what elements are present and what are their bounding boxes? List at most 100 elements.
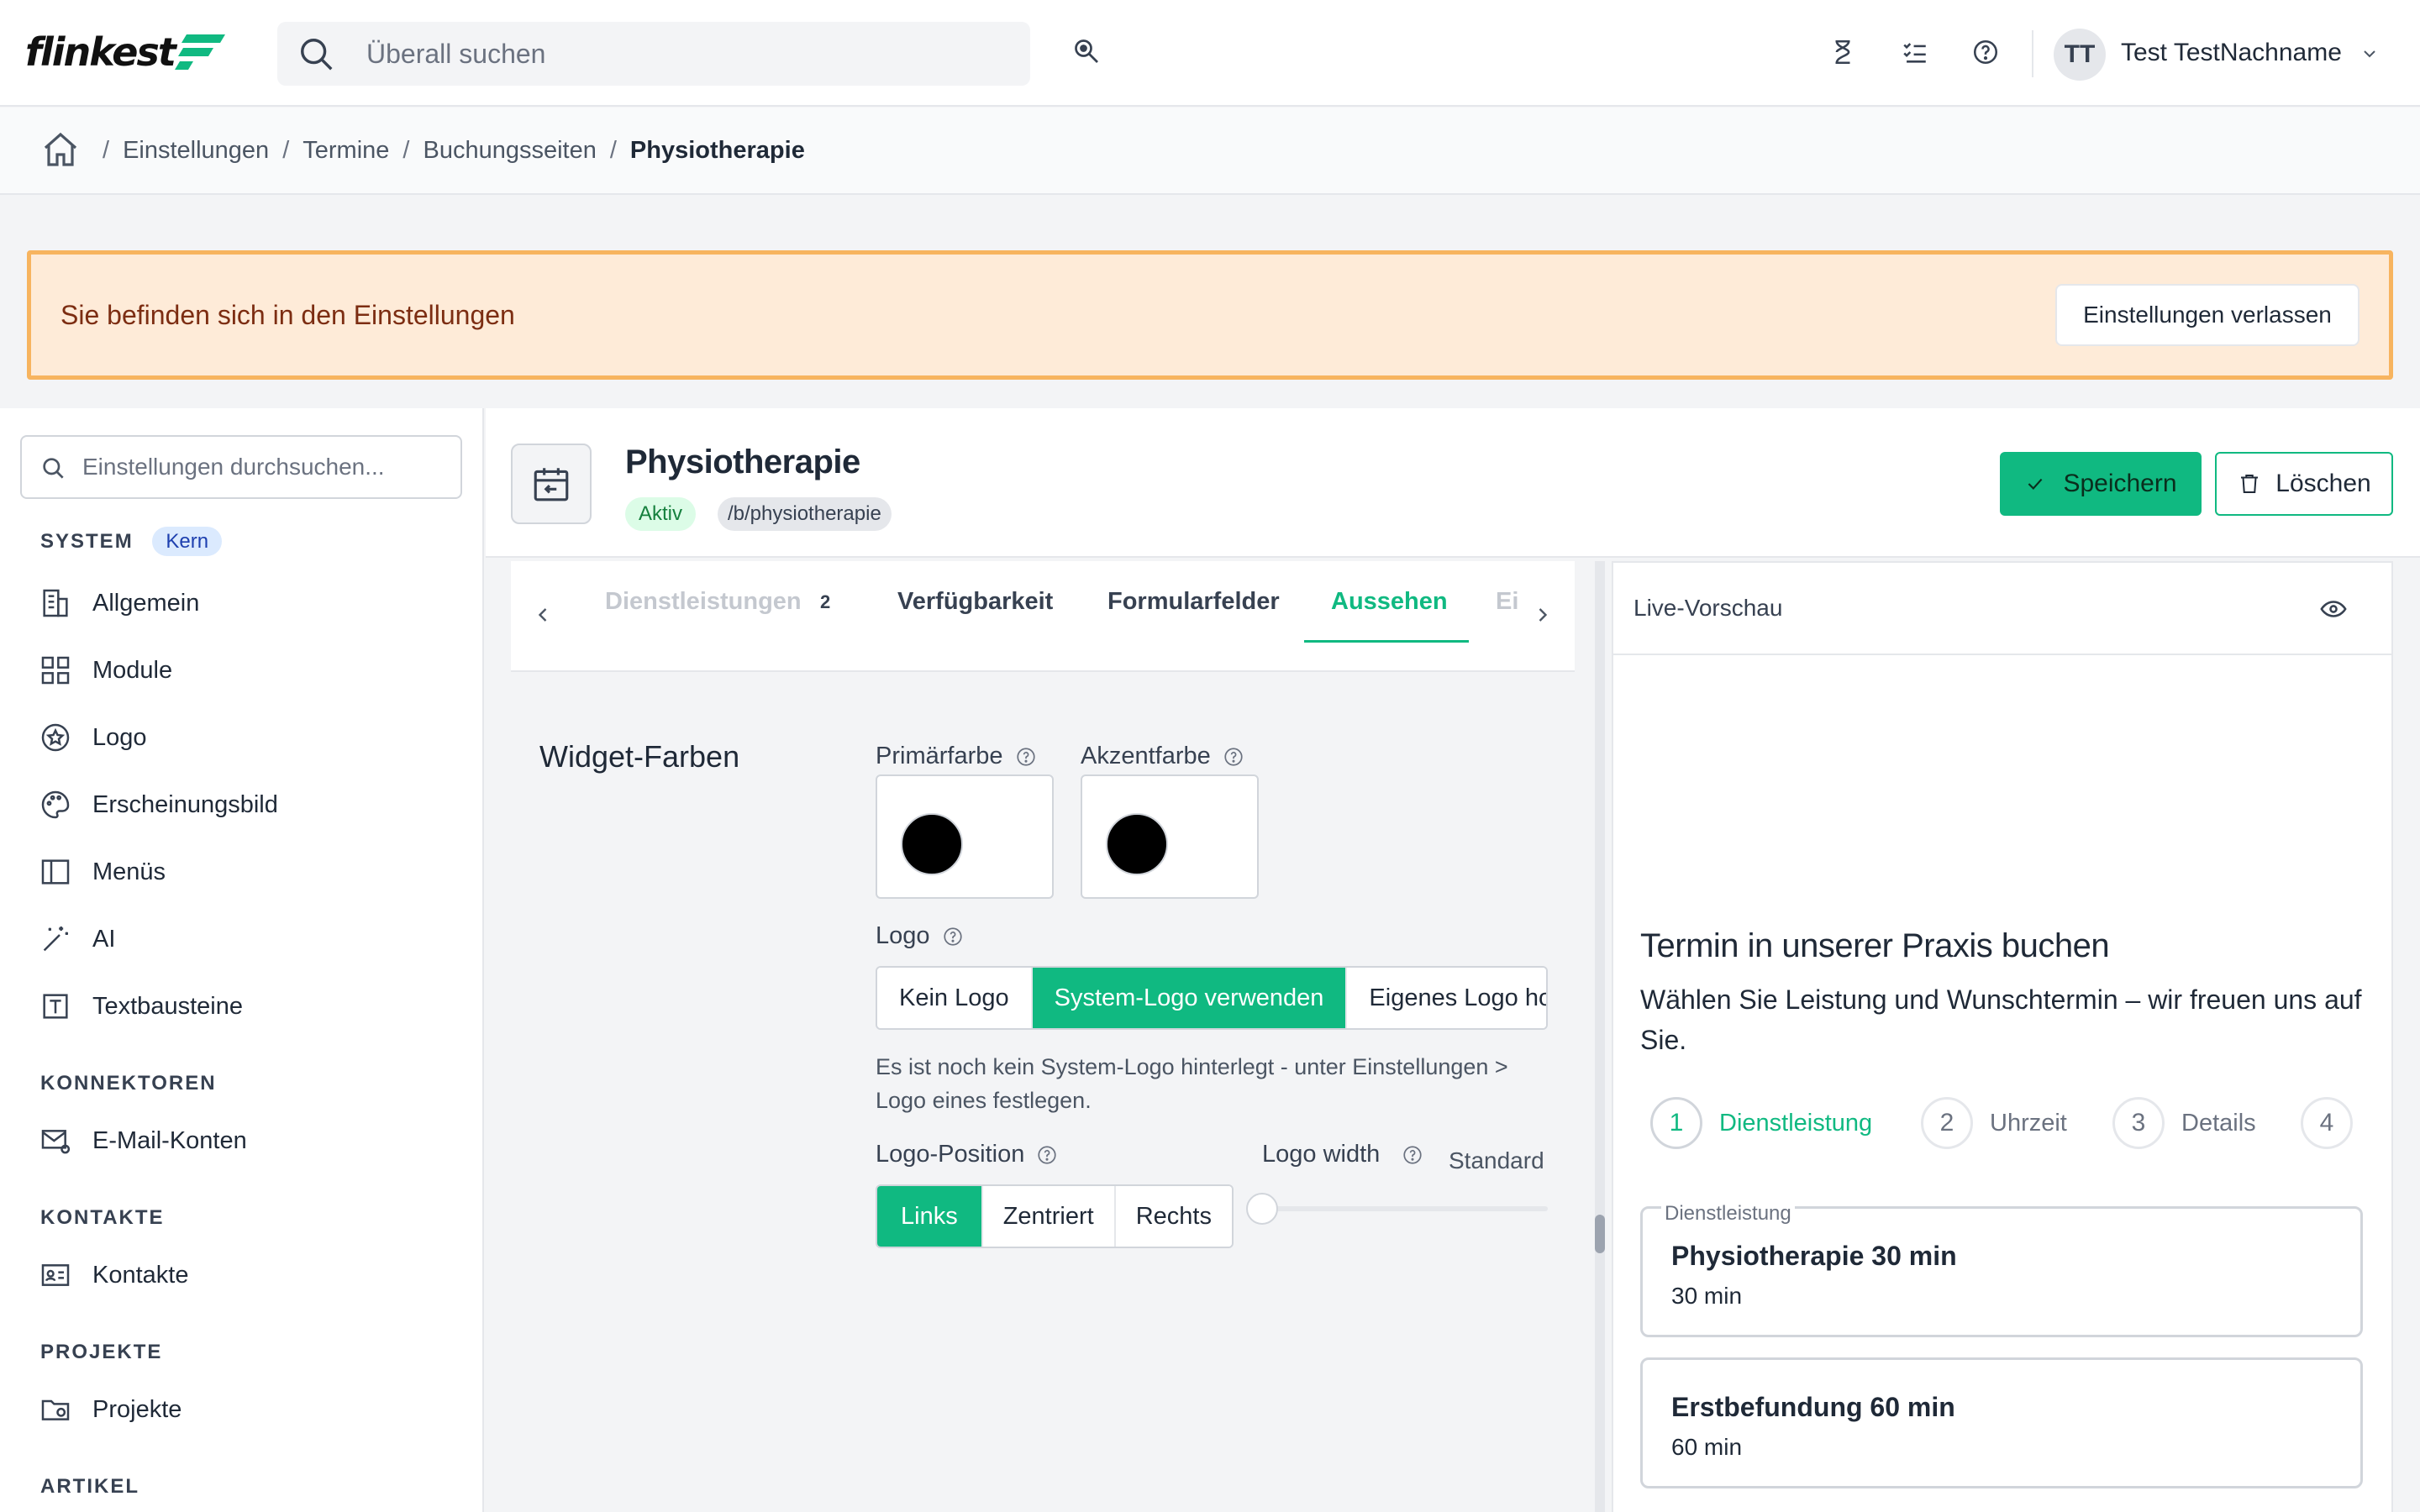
chevron-down-icon[interactable] xyxy=(2360,44,2380,64)
sidebar-item-allgemein[interactable]: Allgemein xyxy=(20,576,466,630)
tab-dienstleistungen[interactable]: Dienstleistungen xyxy=(605,588,802,616)
step-time[interactable]: 2 Uhrzeit xyxy=(1921,1097,2067,1149)
tab-overflow[interactable]: Ei xyxy=(1496,588,1518,616)
breadcrumb-current: Physiotherapie xyxy=(629,137,805,164)
contact-card-icon xyxy=(41,1264,70,1286)
section-title: Widget-Farben xyxy=(539,739,740,774)
sidebar-item-email-konten[interactable]: E-Mail-Konten xyxy=(20,1114,466,1168)
magic-wand-icon xyxy=(43,927,68,952)
search-icon xyxy=(40,455,67,482)
no-logo-option[interactable]: Kein Logo xyxy=(877,968,1033,1028)
logo-width-label: Logo width xyxy=(1262,1141,1423,1168)
chevron-right-icon[interactable] xyxy=(1531,603,1555,627)
global-search-input[interactable] xyxy=(366,22,1005,86)
help-icon[interactable] xyxy=(1015,746,1037,768)
logo-hint: Es ist noch kein System-Logo hinterlegt … xyxy=(876,1054,1508,1113)
primary-color-picker[interactable] xyxy=(876,774,1054,899)
service-card[interactable]: Dienstleistung Physiotherapie 30 min 30 … xyxy=(1640,1202,2363,1337)
accent-color-swatch xyxy=(1106,813,1168,875)
position-left-option[interactable]: Links xyxy=(877,1186,983,1247)
step-four[interactable]: 4 xyxy=(2301,1097,2353,1149)
sidebar-item-ai[interactable]: AI xyxy=(20,912,466,966)
logo-position-label: Logo-Position xyxy=(876,1141,1058,1168)
sidebar-item-module[interactable]: Module xyxy=(20,643,466,697)
app-logo-text: flinkest xyxy=(25,29,176,75)
user-name[interactable]: Test TestNachname xyxy=(2121,39,2342,67)
home-icon[interactable] xyxy=(40,129,81,170)
step-details[interactable]: 3 Details xyxy=(2112,1097,2256,1149)
tab-aussehen[interactable]: Aussehen xyxy=(1331,588,1448,616)
sidebar-section-konnektoren: KONNEKTOREN xyxy=(40,1072,217,1095)
sidebar-item-logo[interactable]: Logo xyxy=(20,711,466,764)
sidebar-section-system: SYSTEM Kern xyxy=(40,527,223,556)
page-title: Physiotherapie xyxy=(625,444,860,480)
tasks-icon[interactable] xyxy=(1901,37,1934,71)
position-right-option[interactable]: Rechts xyxy=(1115,1186,1232,1247)
help-icon[interactable] xyxy=(942,926,964,948)
search-icon xyxy=(297,35,336,74)
help-icon[interactable] xyxy=(1971,37,2005,71)
advanced-search-icon[interactable] xyxy=(1072,37,1106,71)
help-icon[interactable] xyxy=(1223,746,1244,768)
sidebar-section-projekte: PROJEKTE xyxy=(40,1341,163,1363)
check-icon xyxy=(2028,478,2043,490)
booking-heading: Termin in unserer Praxis buchen xyxy=(1640,927,2110,964)
service-name: Erstbefundung 60 min xyxy=(1671,1392,1955,1422)
divider xyxy=(2032,30,2033,77)
panel-splitter[interactable] xyxy=(1595,561,1605,1512)
splitter-handle[interactable] xyxy=(1595,1215,1605,1253)
logo-width-slider[interactable] xyxy=(1260,1206,1548,1211)
sidebar-item-kontakte[interactable]: Kontakte xyxy=(20,1248,466,1302)
chevron-left-icon[interactable] xyxy=(531,603,555,627)
step-number: 1 xyxy=(1650,1097,1702,1149)
delete-button[interactable]: Löschen xyxy=(2215,452,2393,516)
text-block-icon xyxy=(43,994,68,1019)
accent-color-label: Akzentfarbe xyxy=(1081,743,1244,770)
folder-settings-icon xyxy=(41,1399,70,1420)
system-logo-option[interactable]: System-Logo verwenden xyxy=(1032,968,1348,1028)
logo-mode-selector: Kein Logo System-Logo verwenden Eigenes … xyxy=(876,966,1548,1030)
global-search[interactable] xyxy=(277,22,1030,86)
save-button[interactable]: Speichern xyxy=(2000,452,2202,516)
help-icon[interactable] xyxy=(1036,1144,1058,1166)
service-card[interactable]: Erstbefundung 60 min 60 min xyxy=(1640,1357,2363,1488)
tab-verfuegbarkeit[interactable]: Verfügbarkeit xyxy=(897,588,1053,616)
settings-search[interactable] xyxy=(20,435,462,499)
logo-width-slider-handle[interactable] xyxy=(1246,1193,1278,1225)
settings-search-input[interactable] xyxy=(82,437,452,497)
step-label: Details xyxy=(2181,1109,2256,1137)
leave-settings-button[interactable]: Einstellungen verlassen xyxy=(2055,284,2360,346)
sidebar-item-projekte[interactable]: Projekte xyxy=(20,1383,466,1436)
star-badge-icon xyxy=(41,723,70,752)
help-icon[interactable] xyxy=(1402,1144,1423,1166)
sidebar-item-menus[interactable]: Menüs xyxy=(20,845,466,899)
sidebar-item-erscheinungsbild[interactable]: Erscheinungsbild xyxy=(20,778,466,832)
tab-formularfelder[interactable]: Formularfelder xyxy=(1107,588,1280,616)
trash-icon xyxy=(2241,475,2259,493)
breadcrumb-item[interactable]: Termine xyxy=(302,137,389,165)
eye-icon[interactable] xyxy=(2319,595,2348,623)
avatar[interactable]: TT xyxy=(2054,29,2106,81)
core-badge: Kern xyxy=(152,527,223,556)
sidebar-item-textbausteine[interactable]: Textbausteine xyxy=(20,979,466,1033)
logo-label: Logo xyxy=(876,922,964,950)
live-preview-title: Live-Vorschau xyxy=(1634,595,1783,621)
sidebar-layout-icon xyxy=(41,859,70,885)
grid-icon xyxy=(41,656,70,685)
booking-subheading: Wählen Sie Leistung und Wunschtermin – w… xyxy=(1640,984,2362,1055)
app-logo[interactable]: flinkest xyxy=(25,27,227,77)
custom-logo-option[interactable]: Eigenes Logo ho xyxy=(1347,968,1546,1028)
breadcrumb-item[interactable]: Buchungsseiten xyxy=(423,137,596,165)
service-duration: 30 min xyxy=(1671,1283,1743,1309)
hourglass-icon[interactable] xyxy=(1828,37,1862,71)
step-label: Dienstleistung xyxy=(1719,1109,1873,1137)
logo-width-value: Standard xyxy=(1449,1147,1544,1173)
breadcrumb-item[interactable]: Einstellungen xyxy=(123,137,269,165)
accent-color-picker[interactable] xyxy=(1081,774,1259,899)
breadcrumb: / Einstellungen / Termine / Buchungsseit… xyxy=(103,137,805,165)
step-service[interactable]: 1 Dienstleistung xyxy=(1650,1097,1872,1149)
tabs-bar xyxy=(511,561,1575,672)
position-center-option[interactable]: Zentriert xyxy=(982,1186,1116,1247)
mail-settings-icon xyxy=(41,1130,71,1154)
step-number: 2 xyxy=(1921,1097,1973,1149)
